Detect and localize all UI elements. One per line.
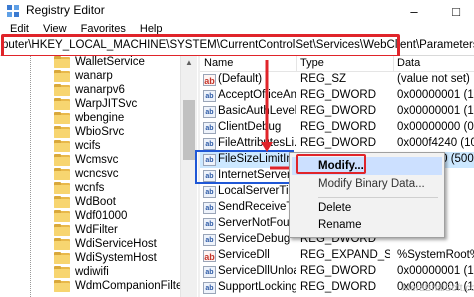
menu-separator: [318, 197, 438, 198]
modify-binary-data-menu-item[interactable]: Modify Binary Data...: [292, 175, 442, 193]
modify-highlight-box: [296, 154, 366, 174]
delete-menu-item[interactable]: Delete: [292, 199, 442, 217]
annotation-arrows: [261, 60, 306, 174]
arrow-down-icon: [261, 60, 273, 152]
rename-menu-item[interactable]: Rename: [292, 216, 442, 234]
watermark: MeraBhaiSoft.com: [402, 283, 474, 294]
